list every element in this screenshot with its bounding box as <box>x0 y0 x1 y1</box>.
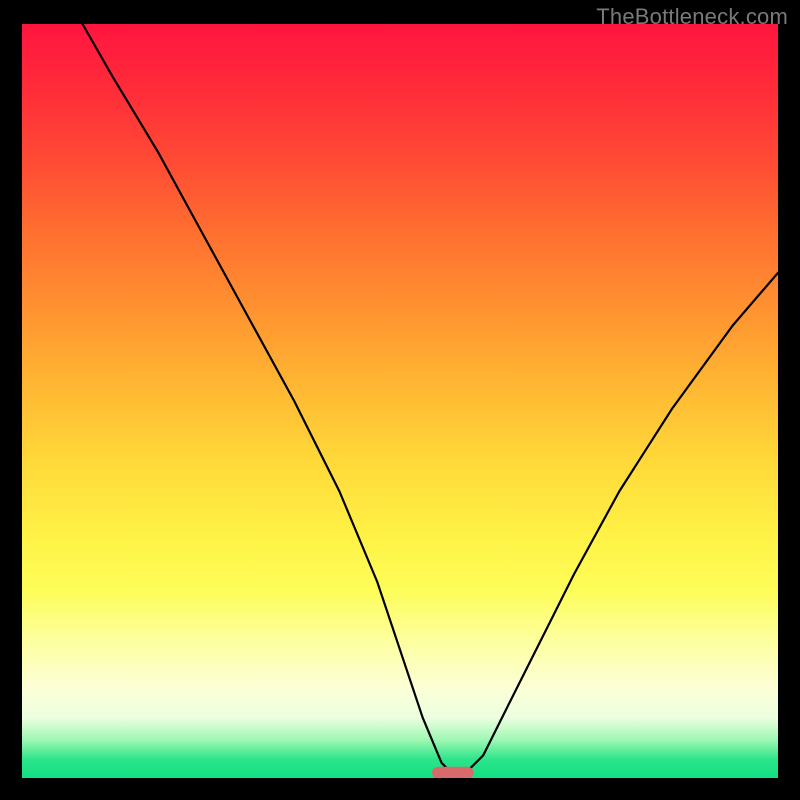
plot-area <box>22 24 778 778</box>
optimal-marker <box>432 767 474 778</box>
watermark-text: TheBottleneck.com <box>596 4 788 30</box>
bottleneck-curve <box>83 24 779 774</box>
chart-frame: TheBottleneck.com <box>0 0 800 800</box>
chart-svg <box>22 24 778 778</box>
